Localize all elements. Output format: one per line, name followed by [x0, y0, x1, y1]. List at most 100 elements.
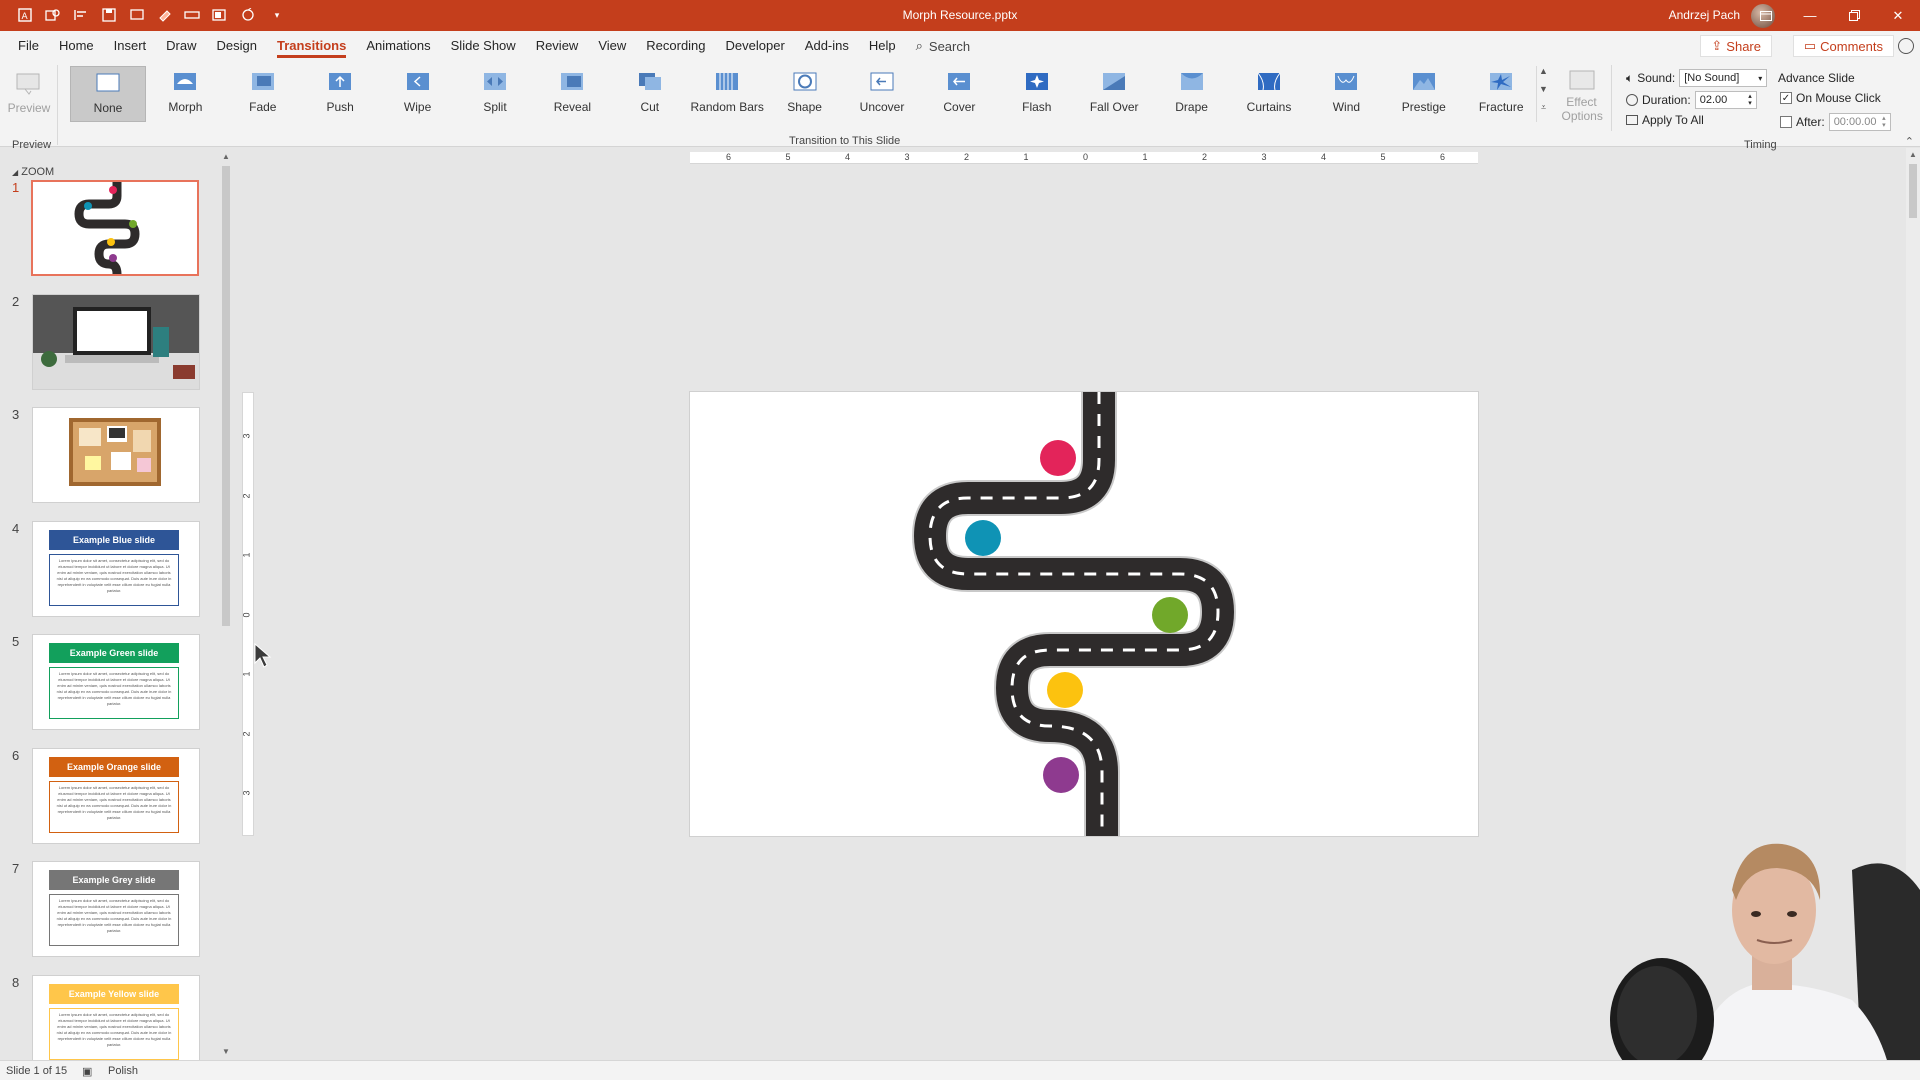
ruler-tick-label: 3: [241, 790, 252, 796]
horizontal-ruler[interactable]: 6 5 4 3 2 1 0 1 2 3 4 5 6: [690, 152, 1478, 164]
tab-recording[interactable]: Recording: [636, 31, 715, 61]
tab-animations[interactable]: Animations: [356, 31, 440, 61]
slide-counter[interactable]: Slide 1 of 15: [6, 1065, 67, 1077]
duration-stepper[interactable]: 02.00 ▴ ▾: [1694, 91, 1757, 109]
timing-group: 🔈︎ Sound: [No Sound] ▾ Duration: 02.00 ▴ ▾ …: [1622, 65, 1912, 151]
scroll-up-icon[interactable]: ▲: [1906, 150, 1920, 159]
collapse-ribbon-icon[interactable]: ⌃: [1905, 135, 1914, 148]
slide-preview[interactable]: Example Blue slide Lorem ipsum dolor sit …: [32, 520, 200, 617]
tab-developer[interactable]: Developer: [716, 31, 795, 61]
after-time-field[interactable]: 00:00.00 ▴ ▾: [1828, 113, 1891, 131]
share-button[interactable]: ⇪ Share: [1700, 35, 1772, 57]
ruler-tick-label: 3: [904, 152, 910, 162]
spin-icon: ▴ ▾: [1748, 93, 1752, 107]
sound-dropdown[interactable]: [No Sound] ▾: [1679, 69, 1768, 87]
slide-preview[interactable]: [32, 407, 200, 503]
transition-wind[interactable]: Wind: [1308, 66, 1384, 122]
tab-insert[interactable]: Insert: [104, 31, 157, 61]
transition-shape[interactable]: Shape: [767, 66, 843, 122]
transition-cover[interactable]: Cover: [921, 66, 997, 122]
transition-fall-over[interactable]: Fall Over: [1076, 66, 1152, 122]
ribbon-display-icon[interactable]: [1744, 0, 1788, 31]
restore-icon[interactable]: [1832, 0, 1876, 31]
preview-button[interactable]: Preview: [2, 67, 56, 119]
milestone-dot-yellow[interactable]: [1047, 672, 1083, 708]
slide-preview[interactable]: [31, 180, 199, 276]
ribbon-tabs: File Home Insert Draw Design Transitions Anima…: [8, 31, 980, 61]
on-mouse-click-checkbox[interactable]: ✓ On Mouse Click: [1780, 91, 1881, 105]
slide-preview[interactable]: Example Grey slide Lorem ipsum dolor sit …: [32, 861, 200, 957]
transition-split[interactable]: Split: [457, 66, 533, 122]
transition-fracture[interactable]: Fracture: [1463, 66, 1539, 122]
ruler-tick-label: 1: [241, 552, 252, 558]
slide-preview[interactable]: Example Green slide Lorem ipsum dolor sit…: [32, 634, 200, 730]
milestone-dot-pink[interactable]: [1040, 440, 1076, 476]
fracture-transition-icon: [1490, 73, 1513, 90]
transition-none[interactable]: None: [70, 66, 146, 122]
transition-flash[interactable]: Flash: [999, 66, 1075, 122]
comments-button[interactable]: ▭ Comments: [1792, 35, 1894, 57]
transition-wipe[interactable]: Wipe: [380, 66, 456, 122]
tab-slide-show[interactable]: Slide Show: [441, 31, 526, 61]
chevron-down-icon: ▾: [1758, 73, 1763, 83]
milestone-dot-green[interactable]: [1152, 597, 1188, 633]
ruler-tick-label: 6: [1440, 152, 1446, 162]
slide-canvas[interactable]: [689, 391, 1479, 837]
tab-help[interactable]: Help: [859, 31, 906, 61]
gallery-down-icon[interactable]: ▼: [1537, 84, 1550, 102]
slide-preview[interactable]: Example Orange slide Lorem ipsum dolor si…: [32, 747, 200, 844]
clock-icon: [1626, 94, 1638, 106]
tab-file[interactable]: File: [8, 31, 49, 61]
transition-uncover[interactable]: Uncover: [844, 66, 920, 122]
tab-design[interactable]: Design: [207, 31, 267, 61]
scroll-up-icon[interactable]: ▲: [220, 152, 232, 161]
scroll-down-icon[interactable]: ▼: [220, 1047, 232, 1056]
transition-drape[interactable]: Drape: [1154, 66, 1230, 122]
ruler-tick-label: 2: [241, 492, 252, 499]
slide-preview[interactable]: Example Yellow slide Lorem ipsum dolor si…: [32, 974, 200, 1071]
slide-number: 4: [12, 520, 20, 536]
effect-options-button[interactable]: Effect Options: [1552, 65, 1612, 131]
tab-draw[interactable]: Draw: [156, 31, 206, 61]
transition-prestige[interactable]: Prestige: [1386, 66, 1462, 122]
close-icon[interactable]: ✕: [1876, 0, 1920, 31]
tab-review[interactable]: Review: [526, 31, 589, 61]
user-name[interactable]: Andrzej Pach: [1669, 8, 1740, 22]
thumbnail-scrollbar[interactable]: ▲ ▼: [220, 152, 232, 1056]
vertical-ruler[interactable]: 3 2 1 0 1 2 3: [242, 392, 254, 836]
section-header[interactable]: ◢ ZOOM: [12, 166, 54, 178]
transition-push[interactable]: Push: [302, 66, 378, 122]
milestone-dot-teal[interactable]: [965, 520, 1001, 556]
share-icon: ⇪: [1711, 38, 1723, 53]
tab-transitions[interactable]: Transitions: [267, 31, 356, 61]
transition-curtains[interactable]: Curtains: [1231, 66, 1307, 122]
after-checkbox[interactable]: [1780, 116, 1792, 128]
transition-random-bars[interactable]: Random Bars: [689, 66, 765, 122]
language-indicator[interactable]: Polish: [108, 1065, 138, 1077]
apply-to-all-button[interactable]: Apply To All: [1626, 113, 1704, 127]
minimize-icon[interactable]: —: [1788, 0, 1832, 31]
split-transition-icon: [484, 73, 506, 90]
transition-reveal[interactable]: Reveal: [534, 66, 610, 122]
tab-view[interactable]: View: [588, 31, 636, 61]
transition-fade[interactable]: Fade: [225, 66, 301, 122]
gallery-scroll[interactable]: ▲ ▼ ⩡: [1536, 66, 1550, 122]
scroll-thumb[interactable]: [1909, 164, 1917, 218]
slide-preview[interactable]: [32, 293, 200, 390]
tab-add-ins[interactable]: Add-ins: [795, 31, 859, 61]
gallery-up-icon[interactable]: ▲: [1537, 66, 1550, 84]
spellcheck-icon[interactable]: ▣: [82, 1065, 92, 1078]
road-graphic[interactable]: [690, 392, 1479, 837]
feedback-smiley-icon[interactable]: [1898, 38, 1914, 54]
milestone-dot-purple[interactable]: [1043, 757, 1079, 793]
tab-home[interactable]: Home: [49, 31, 104, 61]
transition-cut[interactable]: Cut: [612, 66, 688, 122]
gallery-more-icon[interactable]: ⩡: [1537, 102, 1550, 120]
corkboard-thumbnail: [69, 418, 161, 486]
sound-row: 🔈︎ Sound: [No Sound] ▾: [1626, 69, 1768, 87]
ruler-tick-label: 5: [1380, 152, 1386, 162]
search-box[interactable]: ⌕ Search: [906, 31, 980, 61]
transition-morph[interactable]: Morph: [147, 66, 223, 122]
transition-group-label: Transition to This Slide: [789, 135, 901, 147]
scroll-thumb[interactable]: [222, 166, 230, 626]
